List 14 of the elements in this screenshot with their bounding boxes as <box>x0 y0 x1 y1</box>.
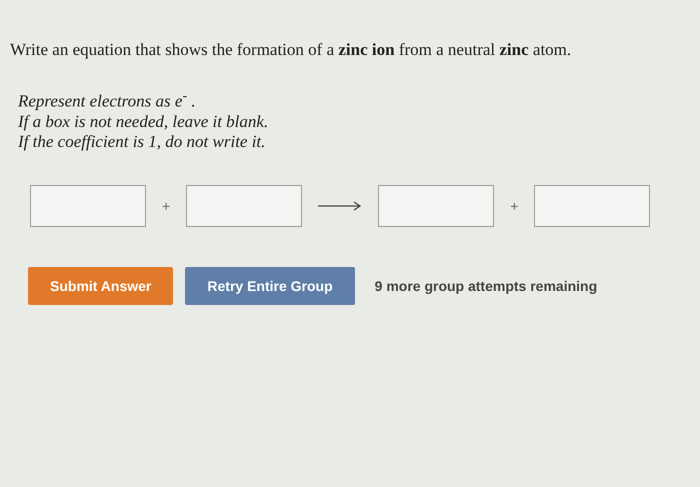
retry-button[interactable]: Retry Entire Group <box>185 266 355 305</box>
plus-sign: + <box>510 198 518 214</box>
instruction-text: If a box is not needed, leave it blank. <box>18 112 270 132</box>
answer-box[interactable] <box>186 184 302 227</box>
plus-sign: + <box>162 198 170 214</box>
submit-button[interactable]: Submit Answer <box>28 266 174 305</box>
reaction-arrow-icon <box>318 200 362 211</box>
answer-box[interactable] <box>378 184 494 227</box>
answer-box[interactable] <box>534 184 650 227</box>
instruction-text: If the coefficient is 1, do not write it. <box>18 132 266 153</box>
question-text: Write an equation that shows the formation of a zinc ion from a neutral zinc atom. <box>10 40 572 60</box>
attempts-text: 9 more group attempts remaining <box>374 278 598 294</box>
instruction-text: Represent electrons as e$^{-}$ . <box>18 88 197 112</box>
answer-box[interactable] <box>30 184 146 227</box>
